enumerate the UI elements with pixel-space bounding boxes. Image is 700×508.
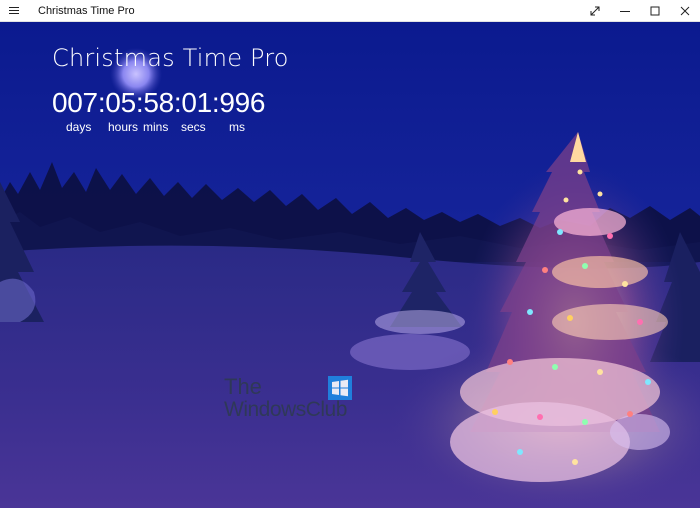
unit-hours: hours	[108, 120, 139, 134]
maximize-icon	[650, 6, 660, 15]
expand-arrows-icon	[590, 6, 600, 15]
countdown-timer: 007:05:58:01:996 days hours mins secs ms	[52, 87, 266, 135]
unit-secs: secs	[181, 120, 206, 134]
hamburger-menu-icon[interactable]	[0, 0, 28, 22]
watermark-logo-icon	[328, 376, 352, 400]
watermark: The WindowsClub	[224, 376, 352, 422]
app-heading: Christmas Time Pro	[52, 44, 289, 72]
minimize-button[interactable]	[610, 0, 640, 22]
window-controls	[580, 0, 700, 22]
close-button[interactable]	[670, 0, 700, 22]
unit-days: days	[66, 120, 92, 134]
background-scene: Christmas Time Pro 007:05:58:01:996 days…	[0, 22, 700, 508]
unit-mins: mins	[143, 120, 169, 134]
close-icon	[680, 6, 690, 15]
watermark-line2: WindowsClub	[224, 398, 347, 421]
unit-ms: ms	[229, 120, 245, 134]
countdown-value: 007:05:58:01:996	[52, 87, 266, 118]
minimize-icon	[620, 10, 630, 12]
maximize-button[interactable]	[640, 0, 670, 22]
fullscreen-button[interactable]	[580, 0, 610, 22]
window-title: Christmas Time Pro	[38, 4, 135, 17]
title-bar: Christmas Time Pro	[0, 0, 700, 22]
